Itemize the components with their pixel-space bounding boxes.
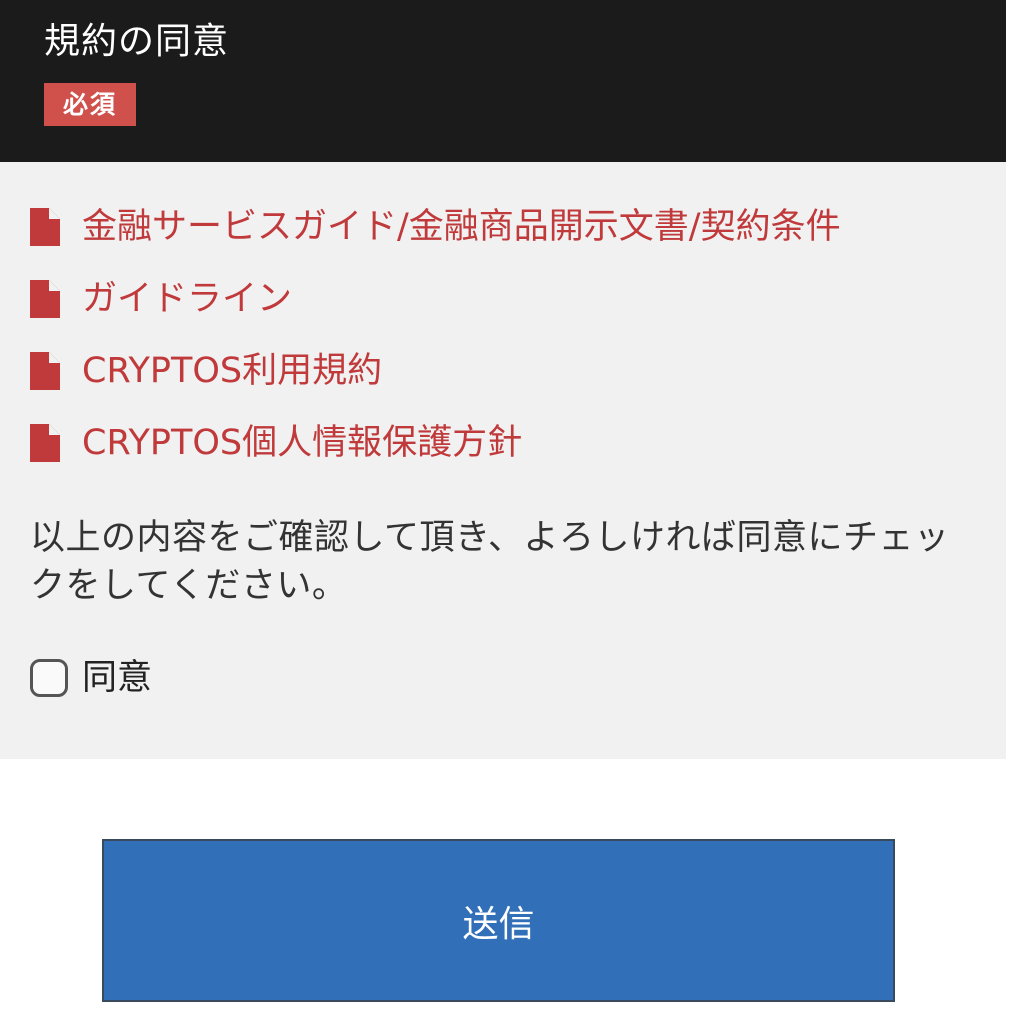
file-icon (30, 280, 60, 318)
document-link-label[interactable]: 金融サービスガイド/金融商品開示文書/契約条件 (82, 202, 841, 252)
agree-checkbox[interactable] (30, 659, 68, 697)
file-icon (30, 352, 60, 390)
agree-label[interactable]: 同意 (82, 654, 152, 702)
document-link-label[interactable]: CRYPTOS個人情報保護方針 (82, 418, 522, 468)
terms-header: 規約の同意 必須 (0, 0, 1006, 162)
document-list: 金融サービスガイド/金融商品開示文書/契約条件 ガイドライン CRYPTOS利用… (30, 202, 841, 490)
document-link-guidelines[interactable]: ガイドライン (30, 274, 841, 346)
file-icon (30, 424, 60, 462)
required-badge: 必須 (44, 83, 136, 126)
agree-checkbox-row[interactable]: 同意 (30, 654, 152, 702)
file-icon (30, 208, 60, 246)
agreement-instruction: 以上の内容をご確認して頂き、よろしければ同意にチェックをしてください。 (30, 518, 950, 606)
document-link-terms-of-use[interactable]: CRYPTOS利用規約 (30, 346, 841, 418)
terms-panel: 金融サービスガイド/金融商品開示文書/契約条件 ガイドライン CRYPTOS利用… (0, 162, 1006, 759)
submit-button[interactable]: 送信 (102, 839, 895, 1002)
document-link-privacy-policy[interactable]: CRYPTOS個人情報保護方針 (30, 418, 841, 490)
document-link-label[interactable]: CRYPTOS利用規約 (82, 346, 382, 396)
page-title: 規約の同意 (44, 21, 230, 62)
document-link-label[interactable]: ガイドライン (82, 274, 292, 324)
document-link-financial-services-guide[interactable]: 金融サービスガイド/金融商品開示文書/契約条件 (30, 202, 841, 274)
